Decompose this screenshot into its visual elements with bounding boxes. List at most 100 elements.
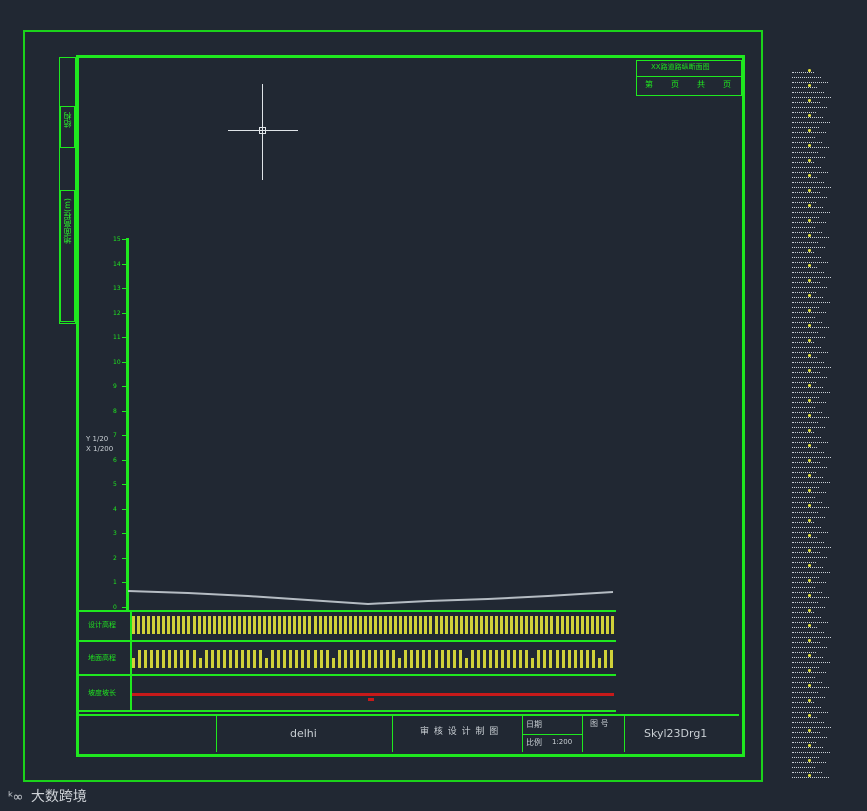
table-cell-marker xyxy=(313,650,317,668)
annotation-dot xyxy=(808,324,811,327)
table-cell-marker xyxy=(374,616,377,634)
table-cell-marker xyxy=(555,616,559,634)
table-cell-marker xyxy=(550,616,554,634)
table-cell-marker xyxy=(307,650,311,668)
elevation-tick-mark xyxy=(122,508,126,510)
annotation-dot xyxy=(808,444,811,447)
table-cell-marker xyxy=(530,616,534,634)
table-cell-marker xyxy=(459,616,463,634)
table-cell-marker xyxy=(380,650,384,668)
table-cell-marker xyxy=(440,650,444,668)
table-cell-marker xyxy=(565,616,569,634)
table-cell-marker xyxy=(575,616,579,634)
table-cell-marker xyxy=(228,650,232,668)
table-cell-marker xyxy=(331,658,335,668)
annotation-dot xyxy=(808,414,811,417)
annotation-dot xyxy=(808,549,811,552)
table-cell-marker xyxy=(540,616,544,634)
table-cell-marker xyxy=(192,650,196,668)
annotation-dot xyxy=(808,609,811,612)
table-cell-marker xyxy=(303,616,307,634)
table-cell-marker xyxy=(144,650,148,668)
table-cell-marker xyxy=(424,616,428,634)
header-cell-1: 第 xyxy=(645,80,653,89)
watermark-logo-icon: ᵏ∞ xyxy=(8,790,23,805)
table-cell-marker xyxy=(253,650,256,668)
table-cell-marker xyxy=(289,650,293,668)
crosshair-pickbox xyxy=(259,127,266,134)
table-cell-marker xyxy=(531,658,535,668)
table-cell-marker xyxy=(152,616,156,634)
annotation-dot xyxy=(808,579,811,582)
ground-elev-values xyxy=(132,648,616,672)
table-cell-marker xyxy=(585,650,589,668)
watermark-text: 大数跨境 xyxy=(30,789,87,805)
profile-graph xyxy=(128,590,614,606)
annotation-dot xyxy=(808,309,811,312)
table-cell-marker xyxy=(590,616,594,634)
elevation-tick-mark xyxy=(122,459,126,461)
table-cell-marker xyxy=(258,616,262,634)
table-cell-marker xyxy=(560,616,564,634)
table-cell-marker xyxy=(464,616,468,634)
annotation-dot xyxy=(808,654,811,657)
table-cell-marker xyxy=(416,650,420,668)
annotation-dot xyxy=(808,474,811,477)
table-cell-marker xyxy=(253,616,256,634)
annotation-dot xyxy=(808,294,811,297)
table-cell-marker xyxy=(265,658,269,668)
title-block-scale-label: 比例 xyxy=(526,738,542,747)
table-cell-marker xyxy=(242,616,246,634)
table-cell-marker xyxy=(398,658,402,668)
table-cell-marker xyxy=(458,650,462,668)
annotation-dot xyxy=(808,519,811,522)
table-cell-marker xyxy=(428,650,432,668)
table-cell-marker xyxy=(580,616,584,634)
annotation-dot xyxy=(808,234,811,237)
table-cell-marker xyxy=(182,616,186,634)
table-cell-marker xyxy=(358,616,362,634)
annotation-dot xyxy=(808,669,811,672)
table-cell-marker xyxy=(595,616,599,634)
table-cell-marker xyxy=(605,616,609,634)
row-label-slope: 坡度坡长 xyxy=(88,689,116,697)
elevation-tick-label: 13 xyxy=(113,285,121,292)
annotation-dot xyxy=(808,639,811,642)
table-cell-marker xyxy=(180,650,184,668)
table-cell-marker xyxy=(422,650,426,668)
table-cell-marker xyxy=(186,650,190,668)
table-cell-marker xyxy=(222,650,226,668)
annotation-dot xyxy=(808,399,811,402)
table-cell-marker xyxy=(367,650,371,668)
table-cell-marker xyxy=(470,650,474,668)
annotation-dot xyxy=(808,729,811,732)
annotation-dot xyxy=(808,264,811,267)
table-cell-marker xyxy=(543,650,547,668)
table-cell-marker xyxy=(384,616,388,634)
table-cell-marker xyxy=(240,650,244,668)
table-cell-marker xyxy=(174,650,178,668)
table-cell-marker xyxy=(323,616,327,634)
elevation-tick-mark xyxy=(122,410,126,412)
elevation-tick-label: 15 xyxy=(113,236,121,243)
annotation-dot xyxy=(808,354,811,357)
watermark: ᵏ∞ 大数跨境 xyxy=(8,786,87,806)
table-cell-marker xyxy=(247,616,251,634)
table-cell-marker xyxy=(573,650,577,668)
table-cell-marker xyxy=(479,616,483,634)
header-cell-4: 页 xyxy=(723,80,731,89)
annotation-dot xyxy=(808,624,811,627)
table-cell-marker xyxy=(293,616,297,634)
table-cell-marker xyxy=(343,650,347,668)
table-cell-marker xyxy=(349,650,353,668)
table-cell-marker xyxy=(217,616,221,634)
table-cell-marker xyxy=(489,616,493,634)
annotation-dot xyxy=(808,564,811,567)
table-cell-marker xyxy=(234,650,238,668)
table-cell-marker xyxy=(610,616,614,634)
table-cell-marker xyxy=(419,616,423,634)
table-cell-marker xyxy=(392,650,396,668)
annotation-dot xyxy=(808,114,811,117)
elevation-tick-mark xyxy=(122,288,126,289)
table-cell-marker xyxy=(156,650,160,668)
